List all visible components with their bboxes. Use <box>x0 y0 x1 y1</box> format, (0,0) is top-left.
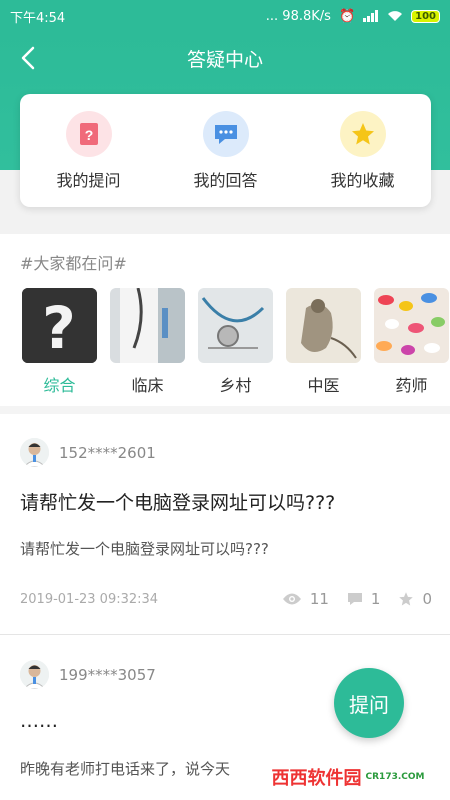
post-time: 2019-01-23 09:32:34 <box>20 591 159 607</box>
my-answers-button[interactable]: 我的回答 <box>166 110 286 191</box>
signal-icon <box>363 10 379 22</box>
star-icon <box>399 592 414 606</box>
avatar <box>20 660 49 689</box>
topics-title: #大家都在问# <box>20 254 127 273</box>
network-speed: ... 98.8K/s <box>265 8 331 24</box>
wifi-icon <box>388 11 403 21</box>
category-tcm[interactable]: 中医 <box>286 288 361 396</box>
category-rural[interactable]: 乡村 <box>198 288 273 396</box>
comment-count[interactable]: 1 <box>347 590 381 608</box>
pills-image <box>374 288 449 363</box>
post-meta: 2019-01-23 09:32:34 11 1 0 <box>20 590 432 608</box>
category-label: 临床 <box>131 376 164 395</box>
post-user: 152****2601 <box>20 438 156 467</box>
alarm-icon: ⏰ <box>338 8 356 24</box>
back-arrow-icon <box>21 46 35 70</box>
page-title: 答疑中心 <box>186 48 263 71</box>
avatar <box>20 438 49 467</box>
category-list: ? 综合 临床 乡村 中医 药师 <box>22 288 449 396</box>
watermark-url: CR173.COM <box>365 772 425 782</box>
category-label: 乡村 <box>219 376 252 395</box>
my-questions-button[interactable]: ? 我的提问 <box>29 110 149 191</box>
chat-bubble-icon <box>202 110 249 157</box>
question-doc-icon: ? <box>65 110 112 157</box>
post-title: 请帮忙发一个电脑登录网址可以吗??? <box>20 492 336 514</box>
tcm-painting-image <box>286 288 361 363</box>
battery-indicator: 100 <box>411 9 440 23</box>
my-favorites-button[interactable]: 我的收藏 <box>303 110 423 191</box>
post-divider <box>0 634 450 635</box>
post-stats: 11 1 0 <box>282 590 432 608</box>
back-button[interactable] <box>16 44 40 72</box>
question-mark-image: ? <box>22 288 97 363</box>
like-count[interactable]: 0 <box>398 590 432 608</box>
question-post[interactable]: 152****2601 请帮忙发一个电脑登录网址可以吗??? 请帮忙发一个电脑登… <box>0 438 450 634</box>
status-bar: 下午4:54 ... 98.8K/s ⏰ 100 <box>0 0 450 32</box>
post-body: 请帮忙发一个电脑登录网址可以吗??? <box>20 540 269 558</box>
ask-question-button[interactable]: 提问 <box>334 668 404 738</box>
site-watermark: 西西软件园 CR173.COM <box>258 758 438 796</box>
watermark-brand: 西西软件园 <box>271 768 362 789</box>
category-general[interactable]: ? 综合 <box>22 288 97 396</box>
username: 199****3057 <box>59 665 156 684</box>
topics-section: #大家都在问# ? 综合 临床 乡村 中医 药师 <box>0 234 450 404</box>
comment-count-value: 1 <box>370 590 381 608</box>
stethoscope-image <box>198 288 273 363</box>
my-answers-label: 我的回答 <box>193 170 258 190</box>
category-label: 药师 <box>395 376 428 395</box>
like-count-value: 0 <box>422 590 432 608</box>
quick-actions-card: ? 我的提问 我的回答 我的收藏 <box>20 94 431 207</box>
view-count-value: 11 <box>309 590 329 608</box>
doctor-coat-image <box>110 288 185 363</box>
eye-icon <box>282 593 301 605</box>
my-favorites-label: 我的收藏 <box>330 170 395 190</box>
view-count: 11 <box>282 590 329 608</box>
star-icon <box>339 110 386 157</box>
svg-text:?: ? <box>84 127 93 143</box>
category-pharmacist[interactable]: 药师 <box>374 288 449 396</box>
post-body: 昨晚有老师打电话来了，说今天 <box>20 760 231 778</box>
status-time: 下午4:54 <box>10 10 66 26</box>
post-title: …… <box>20 710 58 732</box>
section-divider <box>0 406 450 414</box>
svg-text:?: ? <box>42 294 76 362</box>
nav-bar: 答疑中心 <box>0 32 450 84</box>
username: 152****2601 <box>59 443 156 462</box>
category-label: 综合 <box>43 376 76 395</box>
comment-icon <box>347 593 362 605</box>
category-clinical[interactable]: 临床 <box>110 288 185 396</box>
category-label: 中医 <box>307 376 340 395</box>
post-user: 199****3057 <box>20 660 156 689</box>
my-questions-label: 我的提问 <box>56 170 121 190</box>
